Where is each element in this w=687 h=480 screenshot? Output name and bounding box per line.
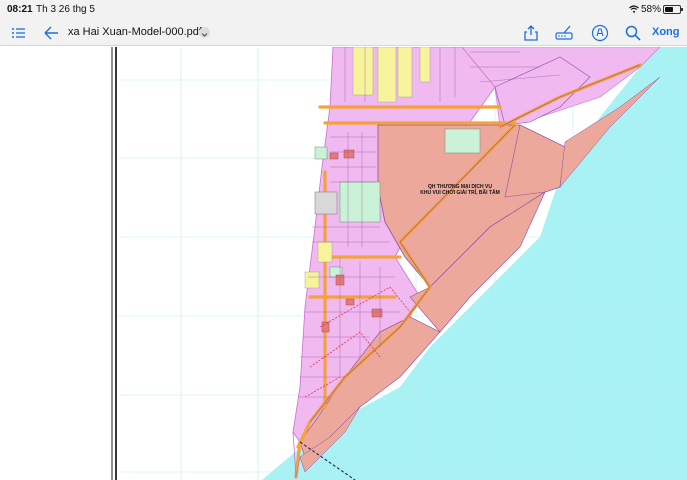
list-icon[interactable] (10, 24, 28, 42)
search-icon[interactable] (624, 24, 642, 42)
status-bar: 08:21 Th 3 26 thg 5 58% (0, 0, 687, 20)
markup-icon[interactable] (555, 24, 573, 42)
zone-label-line-2: KHU VUI CHƠI GIẢI TRÍ, BÃI TẮM (420, 190, 500, 196)
chevron-down-icon (201, 33, 208, 37)
status-time: 08:21 (7, 4, 33, 15)
grey-parcel (314, 191, 338, 215)
share-icon[interactable] (522, 24, 540, 42)
battery-icon (663, 5, 683, 14)
toolbar: xa Hai Xuan-Model-000.pdf Xong (0, 20, 687, 46)
battery-percentage: 58% (641, 4, 662, 15)
pdf-page[interactable]: QH THƯƠNG MẠI DỊCH VỤ KHU VUI CHƠI GIẢI … (0, 47, 687, 480)
annotate-icon[interactable] (591, 24, 609, 42)
wifi-icon (629, 5, 639, 13)
done-button[interactable]: Xong (652, 26, 680, 38)
title-menu-button[interactable] (199, 27, 210, 38)
back-icon[interactable] (42, 24, 60, 42)
planning-map (0, 47, 687, 480)
status-date: Th 3 26 thg 5 (36, 4, 95, 15)
document-title[interactable]: xa Hai Xuan-Model-000.pdf (68, 26, 202, 38)
zone-label: QH THƯƠNG MẠI DỊCH VỤ KHU VUI CHƠI GIẢI … (405, 184, 515, 196)
